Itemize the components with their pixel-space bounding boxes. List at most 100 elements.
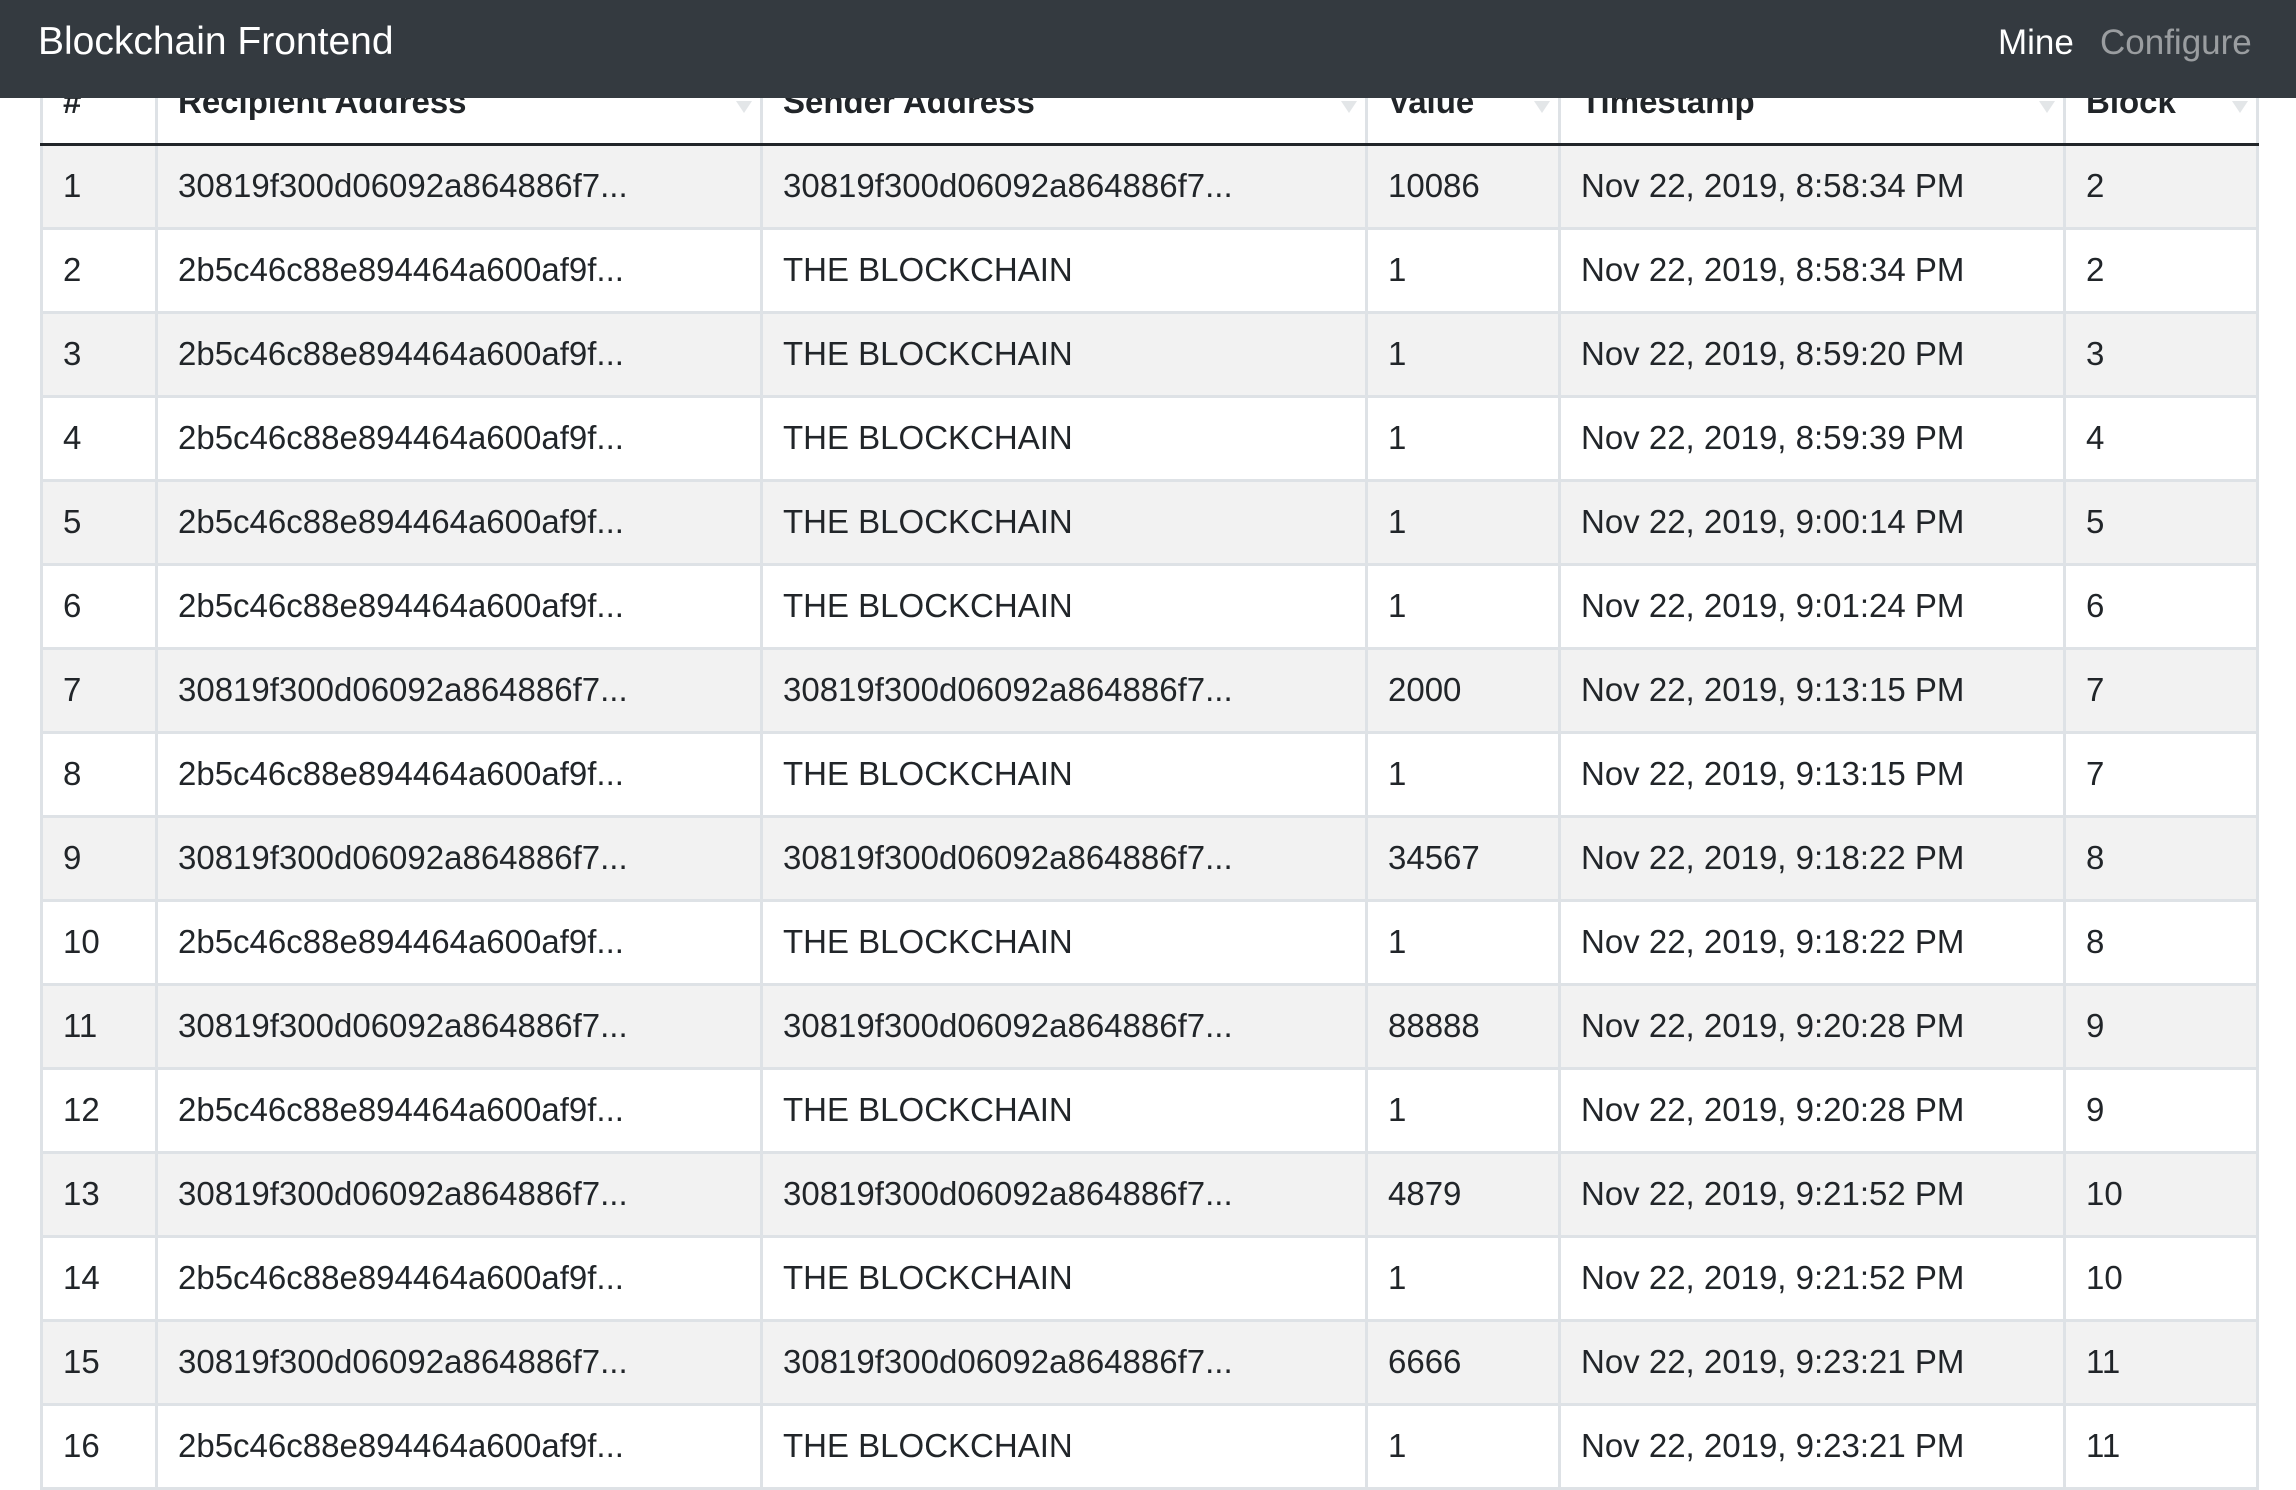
cell-block: 11 xyxy=(2063,1402,2259,1490)
cell-sender-address: 30819f300d06092a864886f7... xyxy=(760,982,1368,1070)
cell-recipient-address: 30819f300d06092a864886f7... xyxy=(155,1150,763,1238)
cell-block: 4 xyxy=(2063,394,2259,482)
cell-timestamp: Nov 22, 2019, 8:58:34 PM xyxy=(1558,226,2066,314)
cell-timestamp: Nov 22, 2019, 9:18:22 PM xyxy=(1558,814,2066,902)
cell-sender-address: THE BLOCKCHAIN xyxy=(760,730,1368,818)
cell-timestamp: Nov 22, 2019, 8:58:34 PM xyxy=(1558,142,2066,230)
cell-index: 13 xyxy=(40,1150,158,1238)
cell-value: 1 xyxy=(1365,226,1561,314)
sort-caret-icon xyxy=(2039,100,2055,113)
table-row: 14 2b5c46c88e894464a600af9f... THE BLOCKCH… xyxy=(40,1234,2259,1322)
table-row: 11 30819f300d06092a864886f7... 30819f300d0… xyxy=(40,982,2259,1070)
table-row: 6 2b5c46c88e894464a600af9f... THE BLOCKCHA… xyxy=(40,562,2259,650)
cell-timestamp: Nov 22, 2019, 9:20:28 PM xyxy=(1558,1066,2066,1154)
cell-index: 1 xyxy=(40,142,158,230)
cell-value: 10086 xyxy=(1365,142,1561,230)
table-row: 13 30819f300d06092a864886f7... 30819f300d0… xyxy=(40,1150,2259,1238)
cell-block: 9 xyxy=(2063,982,2259,1070)
cell-index: 16 xyxy=(40,1402,158,1490)
cell-recipient-address: 2b5c46c88e894464a600af9f... xyxy=(155,1234,763,1322)
cell-recipient-address: 30819f300d06092a864886f7... xyxy=(155,142,763,230)
cell-block: 5 xyxy=(2063,478,2259,566)
table-row: 4 2b5c46c88e894464a600af9f... THE BLOCKCHA… xyxy=(40,394,2259,482)
sort-caret-icon xyxy=(2232,100,2248,113)
table-body: 1 30819f300d06092a864886f7... 30819f300d06… xyxy=(40,142,2259,1490)
cell-value: 4879 xyxy=(1365,1150,1561,1238)
cell-index: 8 xyxy=(40,730,158,818)
cell-value: 1 xyxy=(1365,730,1561,818)
cell-timestamp: Nov 22, 2019, 9:13:15 PM xyxy=(1558,730,2066,818)
cell-value: 1 xyxy=(1365,1402,1561,1490)
cell-block: 6 xyxy=(2063,562,2259,650)
cell-timestamp: Nov 22, 2019, 9:20:28 PM xyxy=(1558,982,2066,1070)
cell-sender-address: THE BLOCKCHAIN xyxy=(760,1066,1368,1154)
table-row: 2 2b5c46c88e894464a600af9f... THE BLOCKCHA… xyxy=(40,226,2259,314)
cell-recipient-address: 30819f300d06092a864886f7... xyxy=(155,646,763,734)
table-row: 5 2b5c46c88e894464a600af9f... THE BLOCKCHA… xyxy=(40,478,2259,566)
cell-timestamp: Nov 22, 2019, 9:13:15 PM xyxy=(1558,646,2066,734)
cell-block: 2 xyxy=(2063,226,2259,314)
nav-mine-link[interactable]: Mine xyxy=(1998,20,2074,66)
cell-sender-address: THE BLOCKCHAIN xyxy=(760,310,1368,398)
cell-timestamp: Nov 22, 2019, 9:23:21 PM xyxy=(1558,1402,2066,1490)
cell-timestamp: Nov 22, 2019, 8:59:39 PM xyxy=(1558,394,2066,482)
cell-sender-address: THE BLOCKCHAIN xyxy=(760,478,1368,566)
cell-timestamp: Nov 22, 2019, 9:00:14 PM xyxy=(1558,478,2066,566)
cell-sender-address: THE BLOCKCHAIN xyxy=(760,562,1368,650)
cell-block: 9 xyxy=(2063,1066,2259,1154)
cell-value: 88888 xyxy=(1365,982,1561,1070)
cell-recipient-address: 2b5c46c88e894464a600af9f... xyxy=(155,478,763,566)
cell-recipient-address: 2b5c46c88e894464a600af9f... xyxy=(155,394,763,482)
table-row: 10 2b5c46c88e894464a600af9f... THE BLOCKCH… xyxy=(40,898,2259,986)
cell-block: 7 xyxy=(2063,730,2259,818)
cell-index: 5 xyxy=(40,478,158,566)
table-row: 16 2b5c46c88e894464a600af9f... THE BLOCKCH… xyxy=(40,1402,2259,1490)
cell-value: 6666 xyxy=(1365,1318,1561,1406)
cell-timestamp: Nov 22, 2019, 9:01:24 PM xyxy=(1558,562,2066,650)
cell-value: 1 xyxy=(1365,562,1561,650)
cell-index: 14 xyxy=(40,1234,158,1322)
cell-recipient-address: 30819f300d06092a864886f7... xyxy=(155,982,763,1070)
cell-sender-address: THE BLOCKCHAIN xyxy=(760,226,1368,314)
sort-caret-icon xyxy=(1341,100,1357,113)
cell-sender-address: THE BLOCKCHAIN xyxy=(760,1402,1368,1490)
cell-sender-address: 30819f300d06092a864886f7... xyxy=(760,142,1368,230)
cell-index: 9 xyxy=(40,814,158,902)
cell-value: 1 xyxy=(1365,898,1561,986)
cell-block: 10 xyxy=(2063,1150,2259,1238)
cell-recipient-address: 30819f300d06092a864886f7... xyxy=(155,814,763,902)
cell-index: 3 xyxy=(40,310,158,398)
cell-block: 2 xyxy=(2063,142,2259,230)
cell-value: 34567 xyxy=(1365,814,1561,902)
cell-index: 6 xyxy=(40,562,158,650)
cell-sender-address: THE BLOCKCHAIN xyxy=(760,898,1368,986)
table-row: 1 30819f300d06092a864886f7... 30819f300d06… xyxy=(40,142,2259,230)
cell-sender-address: 30819f300d06092a864886f7... xyxy=(760,814,1368,902)
navbar-brand[interactable]: Blockchain Frontend xyxy=(38,18,394,66)
cell-value: 1 xyxy=(1365,394,1561,482)
cell-timestamp: Nov 22, 2019, 9:21:52 PM xyxy=(1558,1234,2066,1322)
cell-recipient-address: 2b5c46c88e894464a600af9f... xyxy=(155,310,763,398)
cell-sender-address: THE BLOCKCHAIN xyxy=(760,1234,1368,1322)
transactions-table: # Recipient Address Sender Address Value… xyxy=(40,64,2259,1490)
cell-block: 7 xyxy=(2063,646,2259,734)
cell-index: 4 xyxy=(40,394,158,482)
cell-sender-address: 30819f300d06092a864886f7... xyxy=(760,646,1368,734)
cell-block: 11 xyxy=(2063,1318,2259,1406)
cell-value: 1 xyxy=(1365,1066,1561,1154)
cell-block: 8 xyxy=(2063,898,2259,986)
cell-index: 7 xyxy=(40,646,158,734)
table-row: 12 2b5c46c88e894464a600af9f... THE BLOCKCH… xyxy=(40,1066,2259,1154)
cell-recipient-address: 30819f300d06092a864886f7... xyxy=(155,1318,763,1406)
cell-index: 11 xyxy=(40,982,158,1070)
top-navbar: Blockchain Frontend Mine Configure xyxy=(0,0,2296,98)
cell-index: 15 xyxy=(40,1318,158,1406)
table-row: 8 2b5c46c88e894464a600af9f... THE BLOCKCHA… xyxy=(40,730,2259,818)
cell-block: 3 xyxy=(2063,310,2259,398)
nav-configure-link[interactable]: Configure xyxy=(2100,20,2252,66)
cell-index: 12 xyxy=(40,1066,158,1154)
cell-recipient-address: 2b5c46c88e894464a600af9f... xyxy=(155,1402,763,1490)
cell-value: 1 xyxy=(1365,478,1561,566)
cell-timestamp: Nov 22, 2019, 8:59:20 PM xyxy=(1558,310,2066,398)
cell-recipient-address: 2b5c46c88e894464a600af9f... xyxy=(155,898,763,986)
